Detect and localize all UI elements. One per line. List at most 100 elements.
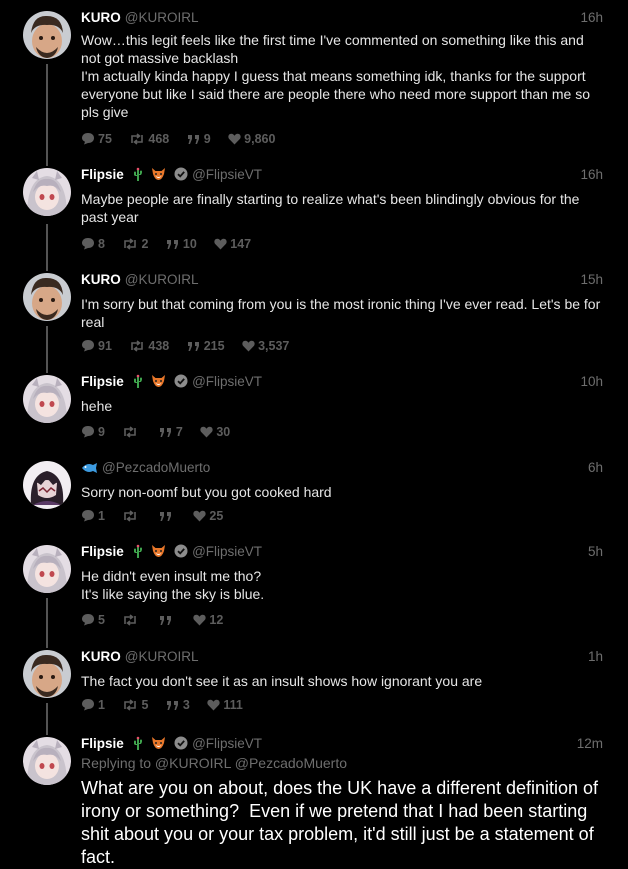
retweet-button[interactable] bbox=[122, 425, 141, 439]
tweet[interactable]: Flipsie @FlipsieVT 10h hehe 9 7 30 bbox=[0, 364, 628, 451]
tweet-text: hehe bbox=[81, 398, 113, 414]
user-handle[interactable]: @FlipsieVT bbox=[192, 736, 262, 751]
display-name[interactable]: Flipsie bbox=[81, 736, 124, 751]
like-button[interactable]: 111 bbox=[207, 698, 243, 712]
retweet-button[interactable]: 438 bbox=[129, 339, 169, 353]
retweet-count: 5 bbox=[141, 697, 149, 712]
user-handle[interactable]: @FlipsieVT bbox=[192, 374, 262, 389]
display-name[interactable]: Flipsie bbox=[81, 374, 124, 389]
display-name[interactable]: KURO bbox=[81, 649, 121, 664]
quote-button[interactable]: 9 bbox=[187, 132, 211, 146]
avatar-kuro[interactable] bbox=[23, 273, 71, 321]
like-button[interactable]: 3,537 bbox=[242, 339, 289, 353]
tweet-text: Maybe people are finally starting to rea… bbox=[81, 191, 584, 225]
tweet-text: I'm sorry but that coming from you is th… bbox=[81, 296, 605, 330]
conversation-thread: KURO @KUROIRL 16h Wow…this legit feels li… bbox=[0, 0, 628, 867]
avatar-flipsie[interactable] bbox=[23, 737, 71, 785]
speech-bubble-icon bbox=[82, 509, 94, 522]
like-button[interactable]: 147 bbox=[214, 237, 251, 251]
timestamp[interactable]: 6h bbox=[588, 458, 603, 478]
reply-button[interactable]: 91 bbox=[81, 339, 112, 353]
timestamp[interactable]: 10h bbox=[580, 372, 603, 392]
retweet-arrows-icon bbox=[124, 510, 137, 522]
user-handle[interactable]: @PezcadoMuerto bbox=[102, 460, 210, 475]
avatar-kuro[interactable] bbox=[23, 650, 71, 698]
tweet[interactable]: @PezcadoMuerto 6h Sorry non-oomf but you… bbox=[0, 450, 628, 536]
tweet[interactable]: KURO @KUROIRL 1h The fact you don't see i… bbox=[0, 639, 628, 731]
retweet-arrows-icon bbox=[124, 699, 137, 711]
focused-tweet[interactable]: Flipsie @FlipsieVT 12m Replying to @KURO… bbox=[0, 726, 628, 867]
user-handle[interactable]: @FlipsieVT bbox=[192, 167, 262, 182]
display-name[interactable]: KURO bbox=[81, 272, 121, 287]
tweet[interactable]: Flipsie @FlipsieVT 16h Maybe people are … bbox=[0, 157, 628, 269]
reply-button[interactable]: 1 bbox=[81, 698, 105, 712]
timestamp[interactable]: 5h bbox=[588, 542, 603, 562]
reply-count: 1 bbox=[98, 508, 105, 523]
display-name[interactable]: KURO bbox=[81, 10, 121, 25]
quote-button[interactable] bbox=[159, 509, 176, 523]
tweet-text: Wow…this legit feels like the first time… bbox=[81, 32, 590, 120]
thread-connector-top bbox=[46, 726, 48, 735]
tweet[interactable]: KURO @KUROIRL 15h I'm sorry but that comi… bbox=[0, 262, 628, 372]
like-count: 30 bbox=[216, 424, 231, 439]
timestamp[interactable]: 16h bbox=[580, 8, 603, 28]
tweet-text: Sorry non-oomf but you got cooked hard bbox=[81, 484, 332, 500]
retweet-button[interactable]: 468 bbox=[129, 132, 169, 146]
verified-check-icon bbox=[174, 736, 188, 756]
like-button[interactable]: 30 bbox=[200, 425, 230, 439]
heart-icon bbox=[200, 426, 213, 438]
avatar-pezcado[interactable] bbox=[23, 461, 71, 509]
display-name[interactable]: Flipsie bbox=[81, 544, 124, 559]
user-handle[interactable]: @KUROIRL bbox=[125, 649, 199, 664]
avatar-kuro[interactable] bbox=[23, 11, 71, 59]
retweet-button[interactable]: 5 bbox=[122, 698, 148, 712]
like-button[interactable]: 12 bbox=[193, 613, 223, 627]
reply-button[interactable]: 9 bbox=[81, 425, 105, 439]
quote-button[interactable]: 7 bbox=[159, 425, 183, 439]
retweet-arrows-icon bbox=[124, 238, 137, 250]
tweet-actions: 1 25 bbox=[81, 508, 237, 524]
reply-button[interactable]: 8 bbox=[81, 237, 105, 251]
retweet-count: 468 bbox=[148, 131, 170, 146]
like-button[interactable]: 9,860 bbox=[228, 132, 275, 146]
retweet-button[interactable]: 2 bbox=[122, 237, 148, 251]
reply-button[interactable]: 5 bbox=[81, 613, 105, 627]
retweet-button[interactable] bbox=[122, 509, 141, 523]
user-handle[interactable]: @FlipsieVT bbox=[192, 544, 262, 559]
tweet-text: He didn't even insult me tho? It's like … bbox=[81, 568, 265, 602]
tweet-actions: 5 12 bbox=[81, 612, 237, 628]
avatar-flipsie[interactable] bbox=[23, 545, 71, 593]
replying-to-label[interactable]: Replying to @KUROIRL @PezcadoMuerto bbox=[81, 754, 603, 772]
heart-icon bbox=[214, 238, 227, 250]
timestamp[interactable]: 12m bbox=[577, 734, 603, 754]
thread-connector-top bbox=[46, 639, 48, 648]
timestamp[interactable]: 15h bbox=[580, 270, 603, 290]
quote-button[interactable]: 215 bbox=[187, 339, 225, 353]
speech-bubble-icon bbox=[82, 237, 94, 250]
avatar-flipsie[interactable] bbox=[23, 168, 71, 216]
timestamp[interactable]: 16h bbox=[580, 165, 603, 185]
reply-button[interactable]: 1 bbox=[81, 509, 105, 523]
user-handle[interactable]: @KUROIRL bbox=[125, 10, 199, 25]
retweet-button[interactable] bbox=[122, 613, 141, 627]
speech-bubble-icon bbox=[82, 132, 94, 145]
tweet-actions: 75 468 9 9,860 bbox=[81, 131, 289, 147]
quote-button[interactable] bbox=[159, 613, 176, 627]
cactus-emoji-icon bbox=[132, 736, 144, 756]
fox-emoji-icon bbox=[151, 167, 166, 187]
quote-button[interactable]: 10 bbox=[166, 237, 197, 251]
reply-count: 75 bbox=[98, 131, 112, 146]
tweet[interactable]: KURO @KUROIRL 16h Wow…this legit feels li… bbox=[0, 0, 628, 164]
quote-button[interactable]: 3 bbox=[166, 698, 190, 712]
avatar-flipsie[interactable] bbox=[23, 375, 71, 423]
quote-marks-icon bbox=[187, 134, 199, 144]
reply-count: 1 bbox=[98, 697, 105, 712]
tweet[interactable]: Flipsie @FlipsieVT 5h He didn't even ins… bbox=[0, 534, 628, 642]
timestamp[interactable]: 1h bbox=[588, 647, 603, 667]
reply-count: 91 bbox=[98, 338, 112, 353]
like-button[interactable]: 25 bbox=[193, 509, 223, 523]
display-name[interactable]: Flipsie bbox=[81, 167, 124, 182]
user-handle[interactable]: @KUROIRL bbox=[125, 272, 199, 287]
reply-button[interactable]: 75 bbox=[81, 132, 112, 146]
thread-connector bbox=[46, 64, 48, 164]
